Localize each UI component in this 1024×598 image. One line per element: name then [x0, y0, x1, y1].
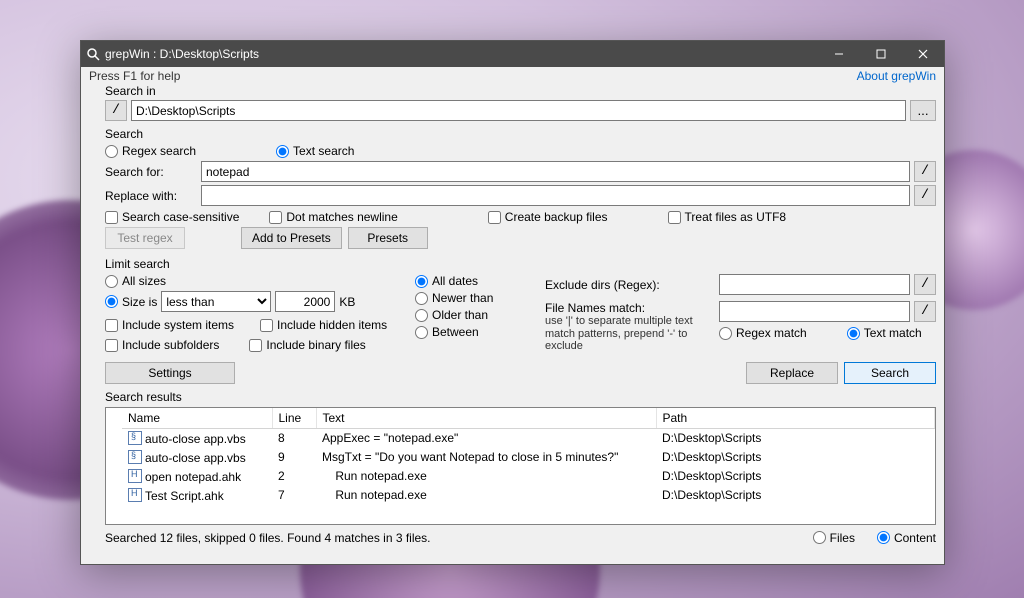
newer-than-radio[interactable]: Newer than	[415, 291, 535, 305]
close-button[interactable]	[902, 41, 944, 67]
search-for-input[interactable]	[201, 161, 910, 182]
include-hidden-check[interactable]: Include hidden items	[260, 318, 387, 332]
table-row[interactable]: auto-close app.vbs9MsgTxt = "Do you want…	[122, 448, 935, 467]
presets-button[interactable]: Presets	[348, 227, 428, 249]
all-dates-radio[interactable]: All dates	[415, 274, 535, 288]
window-title: grepWin : D:\Desktop\Scripts	[105, 47, 818, 61]
settings-button[interactable]: Settings	[105, 362, 235, 384]
exclude-dirs-input[interactable]	[719, 274, 910, 295]
replace-with-slash-button[interactable]: /	[914, 185, 936, 206]
search-section-label: Search	[89, 127, 936, 141]
search-in-label: Search in	[105, 84, 936, 98]
filenames-input[interactable]	[719, 301, 910, 322]
search-in-slash-button[interactable]: /	[105, 100, 127, 121]
replace-with-label: Replace with:	[105, 189, 197, 203]
results-list[interactable]: Name Line Text Path auto-close app.vbs8A…	[105, 407, 936, 525]
col-text[interactable]: Text	[316, 408, 656, 429]
case-sensitive-check[interactable]: Search case-sensitive	[105, 210, 239, 224]
replace-button[interactable]: Replace	[746, 362, 838, 384]
minimize-button[interactable]	[818, 41, 860, 67]
client-area: Press F1 for help About grepWin Search i…	[81, 67, 944, 564]
help-hint: Press F1 for help	[89, 69, 180, 83]
between-radio[interactable]: Between	[415, 325, 535, 339]
filenames-hint: use '|' to separate multiple text match …	[545, 315, 715, 353]
file-icon	[128, 431, 142, 445]
view-files-radio[interactable]: Files	[813, 531, 855, 545]
all-sizes-radio[interactable]: All sizes	[105, 274, 405, 288]
regex-search-radio-label[interactable]: Regex search	[105, 144, 196, 158]
include-subfolders-check[interactable]: Include subfolders	[105, 338, 219, 352]
app-icon	[81, 47, 105, 61]
table-row[interactable]: open notepad.ahk2 Run notepad.exeD:\Desk…	[122, 467, 935, 486]
results-table: Name Line Text Path auto-close app.vbs8A…	[122, 408, 935, 505]
file-icon	[128, 450, 142, 464]
regex-match-radio[interactable]: Regex match	[719, 326, 807, 340]
table-row[interactable]: auto-close app.vbs8AppExec = "notepad.ex…	[122, 428, 935, 448]
text-search-radio[interactable]	[276, 145, 289, 158]
filenames-label: File Names match:	[545, 301, 715, 315]
replace-with-input[interactable]	[201, 185, 910, 206]
table-row[interactable]: Test Script.ahk7 Run notepad.exeD:\Deskt…	[122, 486, 935, 505]
titlebar: grepWin : D:\Desktop\Scripts	[81, 41, 944, 67]
view-content-radio[interactable]: Content	[877, 531, 936, 545]
backup-check[interactable]: Create backup files	[488, 210, 608, 224]
filenames-slash-button[interactable]: /	[914, 301, 936, 322]
text-search-radio-label[interactable]: Text search	[276, 144, 354, 158]
include-system-check[interactable]: Include system items	[105, 318, 234, 332]
limit-section-label: Limit search	[89, 257, 936, 271]
file-icon	[128, 469, 142, 483]
search-for-label: Search for:	[105, 165, 197, 179]
size-unit: KB	[339, 295, 355, 309]
maximize-button[interactable]	[860, 41, 902, 67]
add-presets-button[interactable]: Add to Presets	[241, 227, 342, 249]
utf8-check[interactable]: Treat files as UTF8	[668, 210, 787, 224]
browse-button[interactable]: ...	[910, 100, 936, 121]
app-window: grepWin : D:\Desktop\Scripts Press F1 fo…	[80, 40, 945, 565]
about-link[interactable]: About grepWin	[857, 69, 936, 83]
older-than-radio[interactable]: Older than	[415, 308, 535, 322]
col-path[interactable]: Path	[656, 408, 935, 429]
size-value-input[interactable]	[275, 291, 335, 312]
search-for-slash-button[interactable]: /	[914, 161, 936, 182]
col-line[interactable]: Line	[272, 408, 316, 429]
file-icon	[128, 488, 142, 502]
col-name[interactable]: Name	[122, 408, 272, 429]
text-match-radio[interactable]: Text match	[847, 326, 922, 340]
size-is-radio[interactable]: Size is	[105, 295, 157, 309]
search-button[interactable]: Search	[844, 362, 936, 384]
exclude-dirs-label: Exclude dirs (Regex):	[545, 278, 715, 292]
exclude-dirs-slash-button[interactable]: /	[914, 274, 936, 295]
search-in-path-input[interactable]	[131, 100, 906, 121]
test-regex-button: Test regex	[105, 227, 185, 249]
status-text: Searched 12 files, skipped 0 files. Foun…	[105, 531, 791, 545]
size-op-select[interactable]: less than	[161, 291, 271, 312]
dot-newline-check[interactable]: Dot matches newline	[269, 210, 397, 224]
regex-search-radio[interactable]	[105, 145, 118, 158]
results-section-label: Search results	[89, 390, 936, 404]
include-binary-check[interactable]: Include binary files	[249, 338, 365, 352]
